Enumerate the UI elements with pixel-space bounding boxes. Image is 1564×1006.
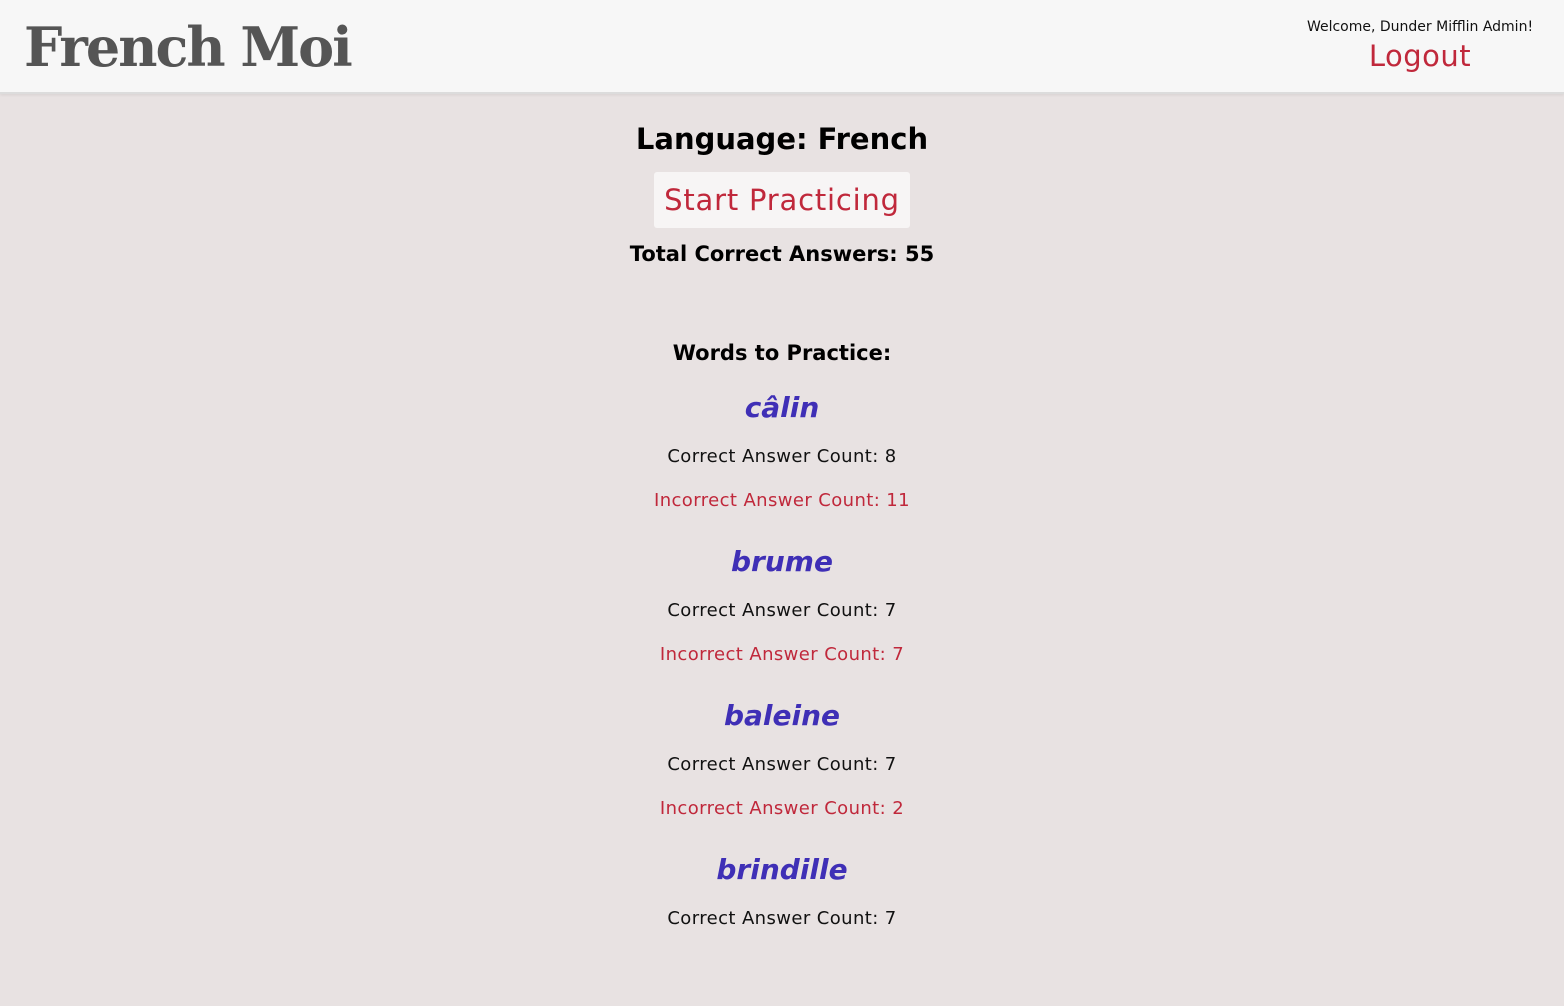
language-heading: Language: French (635, 122, 929, 156)
incorrect-count: Incorrect Answer Count: 2 (659, 798, 905, 819)
site-header: French Moi Welcome, Dunder Mifflin Admin… (0, 0, 1564, 94)
list-item: câlin Correct Answer Count: 8 Incorrect … (0, 390, 1564, 544)
word-title: brindille (716, 853, 848, 886)
correct-count: Correct Answer Count: 8 (667, 446, 897, 467)
site-logo[interactable]: French Moi (24, 12, 353, 82)
word-title: câlin (744, 391, 820, 424)
list-item: baleine Correct Answer Count: 7 Incorrec… (0, 698, 1564, 852)
correct-count: Correct Answer Count: 7 (667, 754, 897, 775)
word-list: câlin Correct Answer Count: 8 Incorrect … (0, 390, 1564, 1006)
total-correct-answers: Total Correct Answers: 55 (629, 242, 935, 266)
word-title: baleine (723, 699, 841, 732)
list-item: brume Correct Answer Count: 7 Incorrect … (0, 544, 1564, 698)
correct-count: Correct Answer Count: 7 (667, 600, 897, 621)
correct-count: Correct Answer Count: 7 (667, 908, 897, 929)
incorrect-count: Incorrect Answer Count: 11 (653, 490, 911, 511)
start-practicing-button[interactable]: Start Practicing (654, 172, 910, 228)
list-item: brindille Correct Answer Count: 7 (0, 852, 1564, 1006)
incorrect-count (0, 950, 1564, 976)
account-area: Welcome, Dunder Mifflin Admin! Logout (1300, 18, 1540, 73)
dashboard-main: Language: French Start Practicing Total … (0, 94, 1564, 1006)
word-title: brume (731, 545, 833, 578)
words-to-practice-heading: Words to Practice: (672, 341, 892, 365)
incorrect-count: Incorrect Answer Count: 7 (659, 644, 905, 665)
welcome-message: Welcome, Dunder Mifflin Admin! (1306, 19, 1534, 35)
logout-link[interactable]: Logout (1369, 39, 1471, 73)
